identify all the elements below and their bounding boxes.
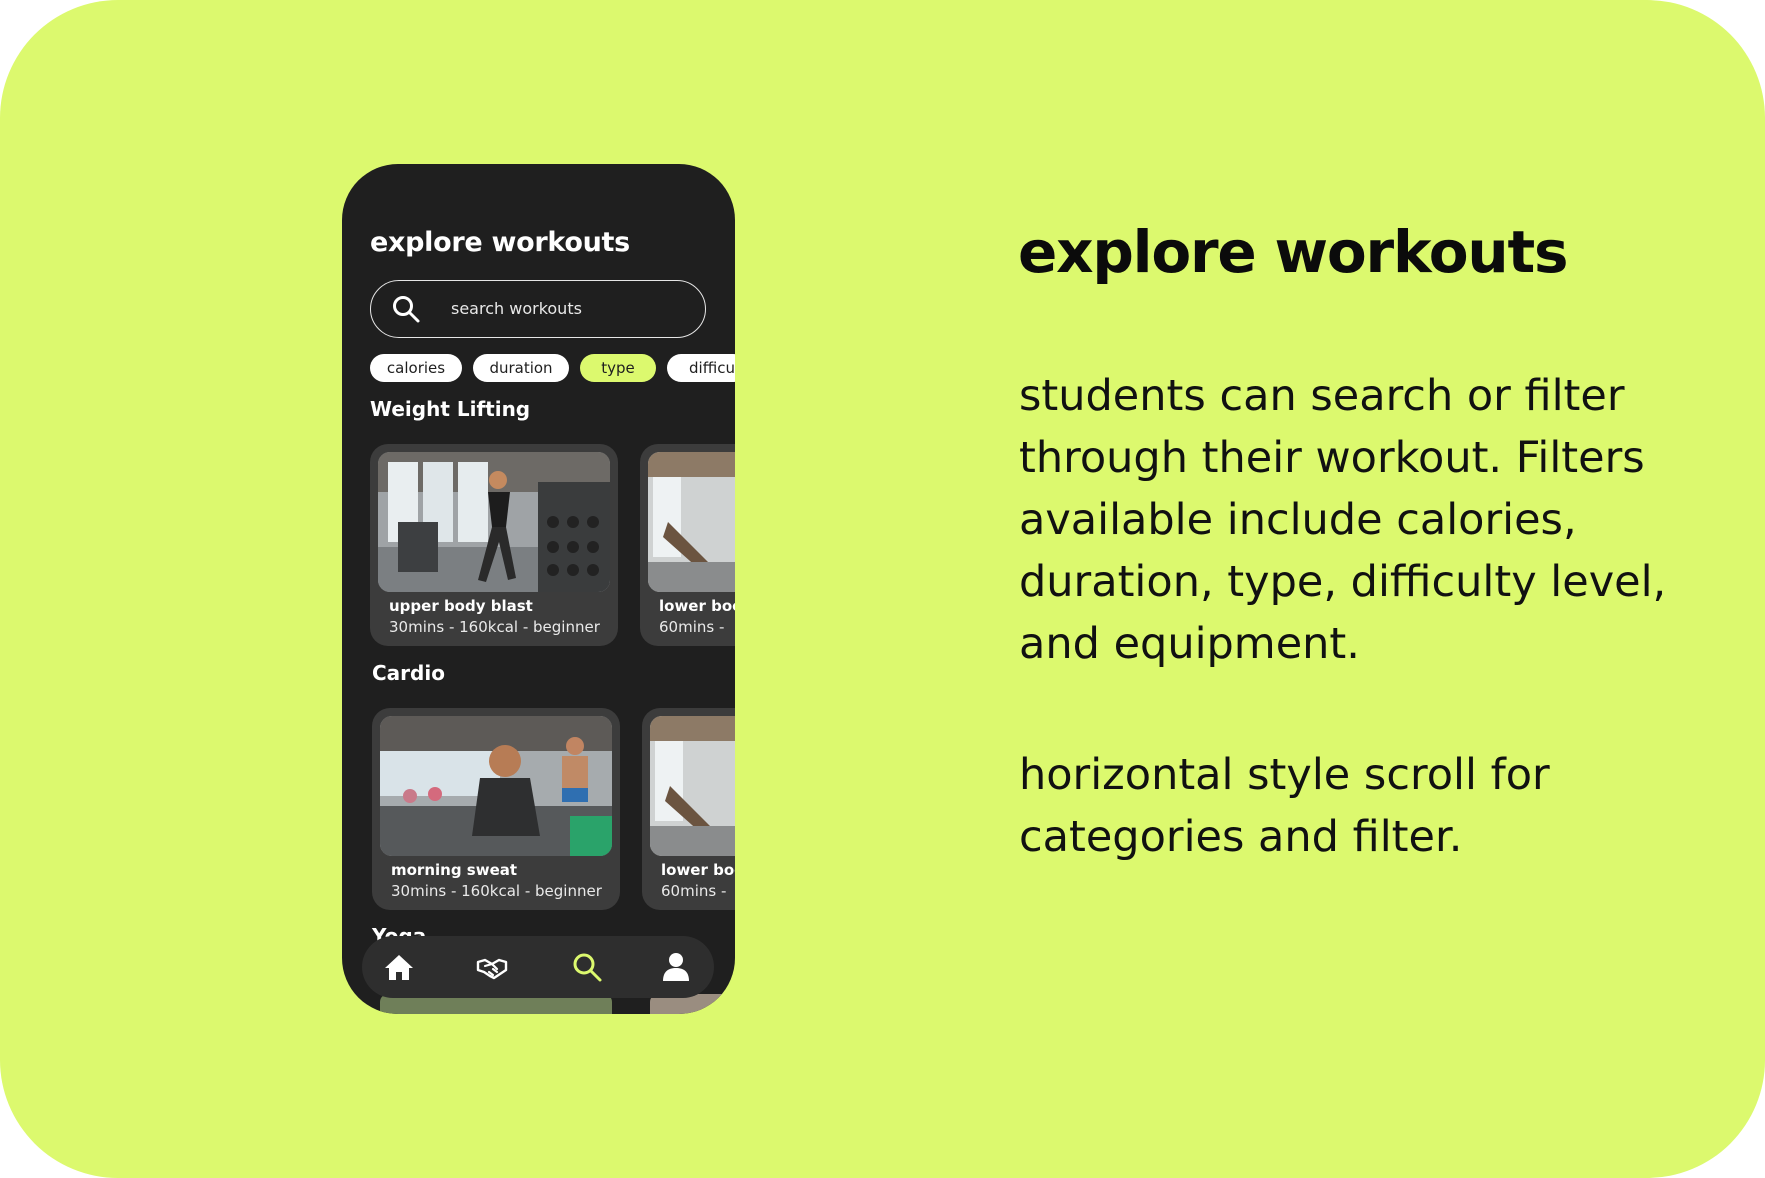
workout-meta: 60mins -	[659, 618, 725, 636]
bottom-nav	[362, 936, 714, 998]
workout-name: lower boc	[659, 597, 735, 615]
workout-card[interactable]: lower boc 60mins -	[640, 444, 735, 646]
description-paragraph: students can search or filter through th…	[1019, 371, 1667, 669]
workout-card[interactable]: morning sweat 30mins - 160kcal - beginne…	[372, 708, 620, 910]
profile-icon[interactable]	[659, 950, 693, 984]
filter-chip-calories[interactable]: calories	[370, 354, 462, 382]
workout-meta: 30mins - 160kcal - beginner	[391, 882, 602, 900]
section-title-cardio: Cardio	[372, 661, 445, 685]
slide-background: explore workouts search workouts calorie…	[0, 0, 1765, 1178]
home-icon[interactable]	[382, 950, 416, 984]
section-title-weight-lifting: Weight Lifting	[370, 397, 531, 421]
filter-chip-difficulty[interactable]: difficu	[667, 354, 735, 382]
screen-title: explore workouts	[370, 227, 630, 258]
handshake-icon[interactable]	[475, 950, 509, 984]
search-input[interactable]: search workouts	[370, 280, 706, 338]
workout-thumbnail	[380, 716, 612, 856]
workout-name: upper body blast	[389, 597, 533, 615]
slide-title: explore workouts	[1018, 218, 1569, 286]
search-icon[interactable]	[570, 950, 604, 984]
workout-meta: 60mins -	[661, 882, 727, 900]
phone-mockup: explore workouts search workouts calorie…	[342, 164, 735, 1014]
description-paragraph: horizontal style scroll for categories a…	[1019, 750, 1550, 862]
workout-thumbnail	[650, 716, 735, 856]
search-placeholder: search workouts	[451, 299, 582, 318]
workout-thumbnail	[648, 452, 735, 592]
workout-meta: 30mins - 160kcal - beginner	[389, 618, 600, 636]
workout-name: lower boc	[661, 861, 735, 879]
workout-card[interactable]: upper body blast 30mins - 160kcal - begi…	[370, 444, 618, 646]
search-icon	[393, 296, 420, 323]
workout-name: morning sweat	[391, 861, 518, 879]
workout-card[interactable]: lower boc 60mins -	[642, 708, 735, 910]
filter-chip-duration[interactable]: duration	[473, 354, 569, 382]
workout-thumbnail	[378, 452, 610, 592]
filter-chip-type[interactable]: type	[580, 354, 656, 382]
